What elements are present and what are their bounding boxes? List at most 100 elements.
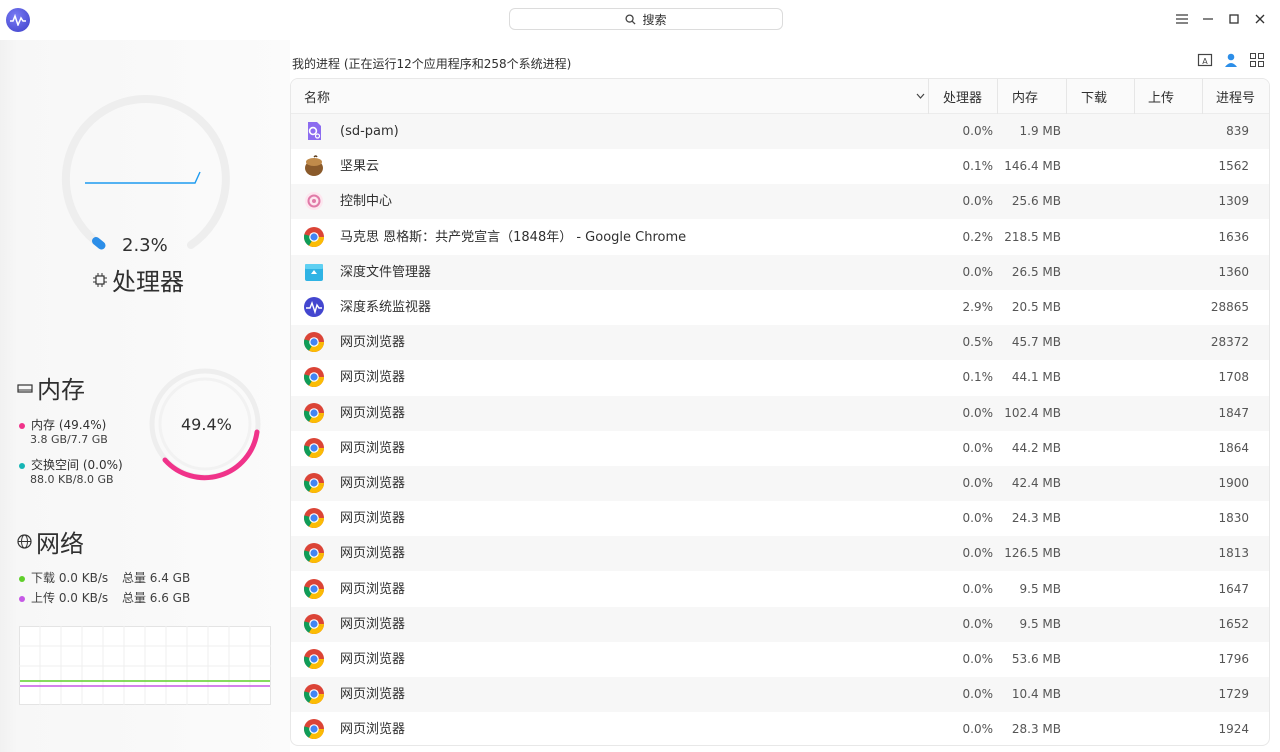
table-row[interactable]: 网页浏览器 0.1% 44.1 MB 1708 — [291, 360, 1269, 395]
search-box[interactable]: 搜索 — [509, 8, 783, 30]
minimize-button[interactable] — [1198, 9, 1218, 29]
process-pid: 1830 — [1218, 511, 1249, 526]
column-name-label: 名称 — [304, 91, 331, 106]
process-name: 网页浏览器 — [340, 652, 406, 667]
process-memory: 28.3 MB — [1011, 722, 1061, 737]
memory-legend: 内存 (49.4%) — [19, 416, 106, 433]
chrome-icon — [303, 437, 325, 459]
column-divider — [997, 79, 998, 114]
table-row[interactable]: 控制中心 0.0% 25.6 MB 1309 — [291, 184, 1269, 220]
table-row[interactable]: 网页浏览器 0.0% 44.2 MB 1864 — [291, 431, 1269, 466]
process-name: 网页浏览器 — [340, 546, 406, 562]
cpu-title: 处理器 — [93, 262, 184, 297]
process-name: 网页浏览器 — [340, 440, 406, 456]
chrome-icon — [303, 507, 325, 529]
chrome-icon — [303, 366, 325, 388]
table-row[interactable]: 马克思 恩格斯：共产党宣言（1848年） - Google Chrome 0.2%… — [291, 220, 1269, 255]
process-memory: 24.3 MB — [1011, 511, 1061, 526]
process-pid: 28372 — [1210, 335, 1249, 350]
upload-dot — [19, 595, 25, 602]
cpu-percent: 2.3% — [122, 235, 168, 256]
table-row[interactable]: 网页浏览器 0.5% 45.7 MB 28372 — [291, 325, 1269, 361]
menu-button[interactable] — [1172, 9, 1192, 29]
app-processes-view-button[interactable]: A — [1196, 51, 1214, 69]
process-name: 网页浏览器 — [340, 616, 406, 632]
process-name: 深度系统监视器 — [340, 300, 432, 315]
process-memory: 25.6 MB — [1011, 194, 1061, 209]
nutstore-acorn-icon — [303, 155, 325, 177]
memory-detail: 3.8 GB/7.7 GB — [30, 433, 108, 446]
process-memory: 45.7 MB — [1011, 335, 1061, 350]
close-icon — [1255, 14, 1265, 24]
minimize-icon — [1203, 18, 1213, 20]
close-button[interactable] — [1250, 9, 1270, 29]
column-memory-label: 内存 — [1012, 91, 1039, 106]
column-header-upload[interactable]: 上传 — [1148, 79, 1174, 114]
process-pid: 1847 — [1218, 405, 1249, 420]
column-header-name[interactable]: 名称 — [304, 79, 924, 114]
process-cpu: 0.0% — [962, 687, 994, 702]
column-header-download[interactable]: 下载 — [1081, 79, 1107, 114]
all-processes-view-button[interactable] — [1248, 51, 1266, 69]
memory-label: 内存 — [37, 376, 85, 404]
chrome-icon — [303, 402, 325, 424]
process-memory: 44.1 MB — [1011, 370, 1061, 385]
grid-view-icon — [1250, 53, 1264, 67]
process-pid: 1309 — [1218, 194, 1249, 209]
process-name: 网页浏览器 — [340, 405, 406, 421]
column-divider — [1066, 79, 1067, 114]
chrome-icon — [303, 542, 325, 564]
network-chart — [19, 626, 271, 705]
table-row[interactable]: 坚果云 0.1% 146.4 MB 1562 — [291, 149, 1269, 184]
process-memory: 218.5 MB — [1004, 229, 1061, 244]
cpu-label: 处理器 — [112, 268, 184, 296]
memory-title: 内存 — [17, 370, 85, 405]
process-pid: 1729 — [1218, 687, 1249, 702]
table-row[interactable]: 深度系统监视器 2.9% 20.5 MB 28865 — [291, 290, 1269, 325]
table-row[interactable]: 网页浏览器 0.0% 126.5 MB 1813 — [291, 536, 1269, 572]
search-label: 搜索 — [642, 12, 667, 27]
swap-legend: 交换空间 (0.0%) — [19, 456, 123, 473]
network-label: 网络 — [36, 530, 84, 558]
maximize-icon — [1229, 14, 1239, 24]
process-pid: 1562 — [1218, 159, 1249, 174]
process-pid: 28865 — [1210, 300, 1249, 314]
chrome-icon — [303, 683, 325, 705]
upload-legend: 上传 0.0 KB/s 总量 6.6 GB — [19, 589, 190, 606]
process-memory: 10.4 MB — [1011, 687, 1061, 702]
table-row[interactable]: 网页浏览器 0.0% 10.4 MB 1729 — [291, 677, 1269, 713]
process-memory: 53.6 MB — [1011, 652, 1061, 666]
table-row[interactable]: 网页浏览器 0.0% 42.4 MB 1900 — [291, 466, 1269, 501]
my-processes-view-button[interactable] — [1222, 51, 1240, 69]
process-name: 网页浏览器 — [340, 335, 406, 351]
table-row[interactable]: 网页浏览器 0.0% 24.3 MB 1830 — [291, 501, 1269, 536]
chrome-icon — [303, 331, 325, 353]
maximize-button[interactable] — [1224, 9, 1244, 29]
control-center-icon — [303, 190, 325, 212]
process-table: 名称 处理器 内存 下载 上传 进程号 (sd-pam) 0.0% 1.9 MB 83… — [290, 78, 1270, 746]
process-cpu: 0.0% — [962, 722, 994, 737]
column-header-pid[interactable]: 进程号 — [1216, 79, 1255, 114]
table-row[interactable]: 网页浏览器 0.0% 28.3 MB 1924 — [291, 712, 1269, 745]
memory-percent: 49.4% — [181, 415, 232, 434]
process-cpu: 0.0% — [962, 616, 994, 631]
memory-ring-fill — [162, 429, 260, 481]
table-row[interactable]: 网页浏览器 0.0% 9.5 MB 1647 — [291, 572, 1269, 607]
chevron-down-icon[interactable] — [916, 93, 925, 99]
table-row[interactable]: 深度文件管理器 0.0% 26.5 MB 1360 — [291, 254, 1269, 290]
process-pid: 1360 — [1218, 264, 1249, 279]
table-row[interactable]: 网页浏览器 0.0% 102.4 MB 1847 — [291, 395, 1269, 431]
process-cpu: 0.0% — [962, 405, 994, 420]
column-divider — [1134, 79, 1135, 114]
chrome-icon — [303, 226, 325, 248]
table-row[interactable]: 网页浏览器 0.0% 9.5 MB 1652 — [291, 606, 1269, 642]
table-row[interactable]: (sd-pam) 0.0% 1.9 MB 839 — [291, 114, 1269, 149]
column-header-cpu[interactable]: 处理器 — [943, 79, 982, 114]
process-name: 控制中心 — [340, 194, 393, 210]
process-cpu: 0.2% — [962, 229, 994, 244]
title-bar: 搜索 — [0, 0, 1280, 40]
table-row[interactable]: 网页浏览器 0.0% 53.6 MB 1796 — [291, 642, 1269, 677]
column-header-memory[interactable]: 内存 — [1012, 79, 1038, 114]
settings-gear-app-icon — [303, 120, 325, 142]
process-pid: 1708 — [1218, 370, 1249, 385]
